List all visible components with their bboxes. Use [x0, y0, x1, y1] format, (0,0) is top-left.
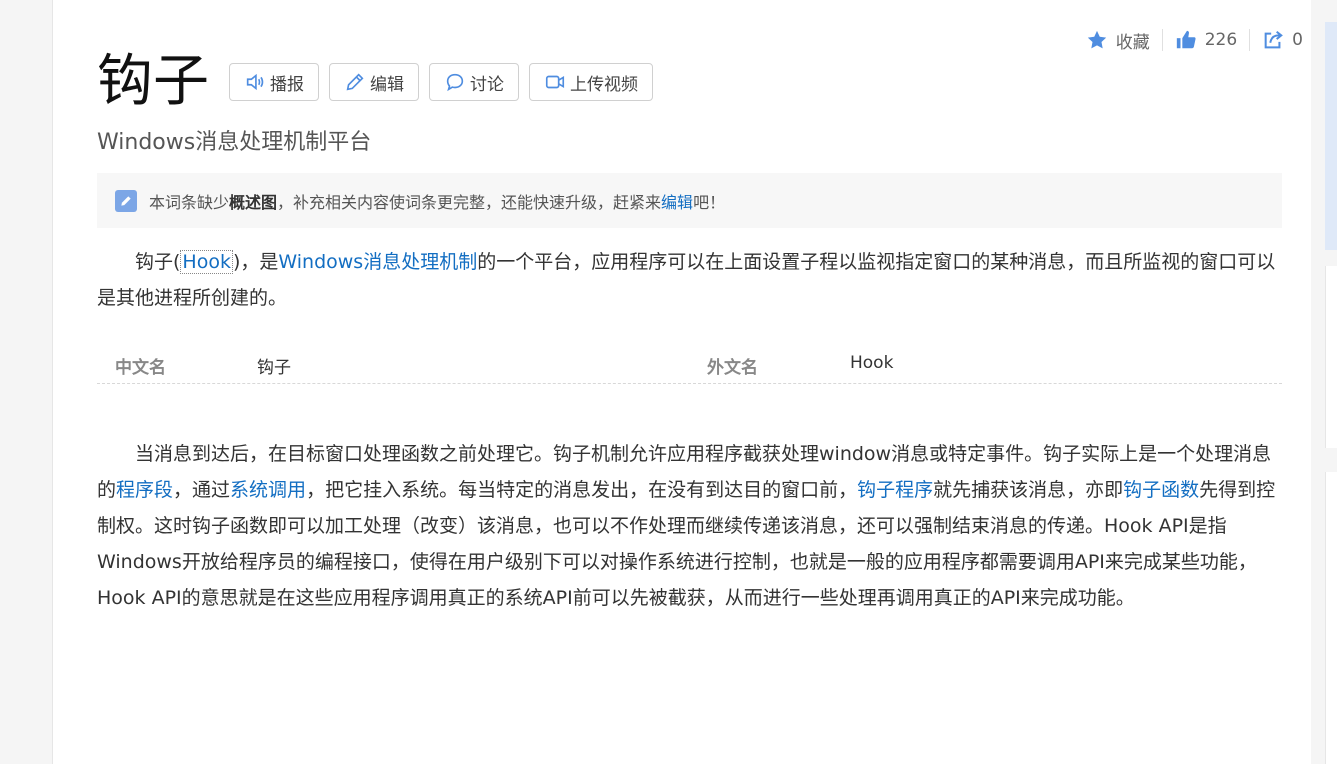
share-icon	[1262, 29, 1284, 51]
notice-edit-link[interactable]: 编辑	[661, 189, 693, 213]
broadcast-label: 播报	[270, 74, 304, 95]
windows-message-link[interactable]: Windows消息处理机制	[278, 251, 477, 273]
left-sidebar	[0, 0, 53, 764]
missing-image-notice: 本词条缺少 概述图 ，补充相关内容使词条更完整，还能快速升级，赶紧来 编辑 吧！	[97, 173, 1282, 228]
pencil-icon	[344, 71, 366, 93]
notice-bold: 概述图	[229, 192, 278, 212]
body-text: ，通过	[173, 479, 231, 501]
notice-middle: ，补充相关内容使词条更完整，还能快速升级，赶紧来	[277, 192, 662, 212]
edit-button[interactable]: 编辑	[329, 63, 419, 101]
share-button[interactable]: 0	[1249, 29, 1303, 51]
system-call-link[interactable]: 系统调用	[230, 479, 306, 501]
notice-suffix: 吧！	[693, 192, 726, 212]
intro-text: )，是	[232, 251, 279, 273]
video-camera-icon	[544, 71, 566, 93]
hook-function-link[interactable]: 钩子函数	[1123, 479, 1199, 501]
discuss-button[interactable]: 讨论	[429, 63, 519, 101]
body-text: ，把它挂入系统。每当特定的消息发出，在没有到达目的窗口前，	[306, 479, 858, 501]
hook-program-link[interactable]: 钩子程序	[857, 479, 933, 501]
chat-bubble-icon	[444, 71, 466, 93]
upload-video-button[interactable]: 上传视频	[529, 63, 653, 101]
edit-note-icon	[115, 189, 137, 212]
basic-info-box: 中文名 钩子 外文名 Hook	[97, 345, 1282, 384]
body-text: 就先捕获该消息，亦即	[933, 479, 1124, 501]
share-count: 0	[1292, 30, 1303, 50]
star-icon	[1086, 29, 1108, 51]
article-actions: 收藏 226 0	[1074, 26, 1303, 54]
speaker-icon	[244, 71, 266, 93]
hook-link[interactable]: Hook	[180, 250, 233, 274]
title-row: 钩子 播报 编辑 讨论 上传视频	[97, 44, 663, 120]
right-rail-panel	[1325, 266, 1337, 448]
like-count: 226	[1204, 30, 1238, 50]
page-title: 钩子	[97, 49, 209, 114]
favorite-label: 收藏	[1115, 32, 1150, 53]
intro-text: 钩子(	[135, 251, 181, 273]
right-rail-panel	[1325, 472, 1337, 764]
broadcast-button[interactable]: 播报	[229, 63, 319, 101]
intro-paragraph: 钩子(Hook)，是Windows消息处理机制的一个平台，应用程序可以在上面设置…	[97, 244, 1282, 316]
program-segment-link[interactable]: 程序段	[116, 479, 173, 501]
info-value-foreign-name: Hook	[850, 353, 894, 373]
info-label-foreign-name: 外文名	[707, 358, 758, 378]
favorite-button[interactable]: 收藏	[1074, 28, 1162, 53]
body-paragraph: 当消息到达后，在目标窗口处理函数之前处理它。钩子机制允许应用程序截获处理wind…	[97, 436, 1282, 616]
notice-prefix: 本词条缺少	[149, 192, 230, 212]
edit-label: 编辑	[370, 74, 404, 95]
page-subtitle: Windows消息处理机制平台	[97, 130, 372, 155]
thumbs-up-icon	[1175, 29, 1197, 51]
like-button[interactable]: 226	[1161, 29, 1249, 51]
info-value-chinese-name: 钩子	[257, 358, 291, 378]
upload-video-label: 上传视频	[570, 74, 638, 95]
discuss-label: 讨论	[470, 74, 504, 95]
scroll-indicator[interactable]	[1325, 22, 1337, 250]
info-label-chinese-name: 中文名	[115, 358, 166, 378]
